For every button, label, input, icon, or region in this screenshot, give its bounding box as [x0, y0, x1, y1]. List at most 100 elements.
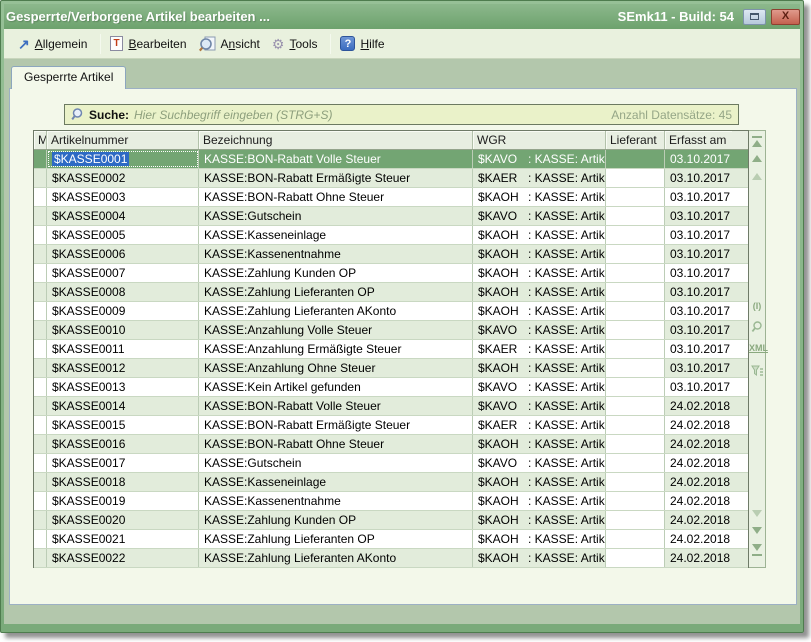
cell-m: [34, 492, 47, 510]
cell-bezeichnung: KASSE:Zahlung Lieferanten OP: [199, 283, 473, 301]
search-icon: [71, 108, 84, 121]
gears-icon: ⚙: [272, 37, 285, 51]
cell-wgr: $KAVO: KASSE: Artikel V: [473, 397, 606, 415]
table-row[interactable]: $KASSE0008KASSE:Zahlung Lieferanten OP$K…: [34, 283, 748, 302]
table-row[interactable]: $KASSE0011KASSE:Anzahlung Ermäßigte Steu…: [34, 340, 748, 359]
cell-lieferant: [606, 245, 665, 263]
scroll-to-bottom-icon[interactable]: [749, 543, 765, 557]
xml-export-icon[interactable]: XML: [749, 343, 765, 353]
restore-button[interactable]: [743, 9, 766, 25]
cell-artikelnummer: $KASSE0010: [47, 321, 199, 339]
column-header-wgr[interactable]: WGR: [473, 131, 606, 149]
table-row[interactable]: $KASSE0017KASSE:Gutschein$KAVO: KASSE: A…: [34, 454, 748, 473]
cell-wgr: $KAER: KASSE: Artikel E: [473, 340, 606, 358]
table-row[interactable]: $KASSE0005KASSE:Kasseneinlage$KAOH: KASS…: [34, 226, 748, 245]
table-row[interactable]: $KASSE0001KASSE:BON-Rabatt Volle Steuer$…: [34, 150, 748, 169]
table-row[interactable]: $KASSE0004KASSE:Gutschein$KAVO: KASSE: A…: [34, 207, 748, 226]
edit-document-icon: T: [110, 36, 123, 51]
column-header-erfasst-am[interactable]: Erfasst am: [665, 131, 732, 149]
cell-lieferant: [606, 340, 665, 358]
grid-side-toolbar: (I) XML: [749, 130, 766, 568]
cell-bezeichnung: KASSE:Anzahlung Volle Steuer: [199, 321, 473, 339]
titlebar: Gesperrte/Verborgene Artikel bearbeiten …: [4, 4, 800, 29]
cell-wgr: $KAER: KASSE: Artikel E: [473, 169, 606, 187]
cell-m: [34, 397, 47, 415]
tab-gesperrte-artikel[interactable]: Gesperrte Artikel: [11, 66, 126, 89]
filter-icon[interactable]: [749, 365, 765, 377]
table-row[interactable]: $KASSE0003KASSE:BON-Rabatt Ohne Steuer$K…: [34, 188, 748, 207]
cell-m: [34, 454, 47, 472]
info-icon[interactable]: (I): [749, 301, 765, 311]
cell-bezeichnung: KASSE:Zahlung Lieferanten AKonto: [199, 302, 473, 320]
column-header-bezeichnung[interactable]: Bezeichnung: [199, 131, 473, 149]
cell-erfasst-am: 03.10.2017: [665, 207, 732, 225]
menu-item-bearbeiten[interactable]: T Bearbeiten: [106, 33, 194, 54]
cell-artikelnummer: $KASSE0021: [47, 530, 199, 548]
articles-table: M Artikelnummer Bezeichnung WGR Lieferan…: [33, 130, 749, 568]
search-input[interactable]: Suche: Hier Suchbegriff eingeben (STRG+S…: [64, 104, 739, 125]
record-count: Anzahl Datensätze: 45: [611, 108, 732, 122]
cell-m: [34, 188, 47, 206]
table-row[interactable]: $KASSE0013KASSE:Kein Artikel gefunden$KA…: [34, 378, 748, 397]
cell-bezeichnung: KASSE:Zahlung Kunden OP: [199, 264, 473, 282]
cell-bezeichnung: KASSE:Kasseneinlage: [199, 226, 473, 244]
cell-artikelnummer: $KASSE0016: [47, 435, 199, 453]
cell-bezeichnung: KASSE:Gutschein: [199, 454, 473, 472]
cell-lieferant: [606, 549, 665, 567]
cell-m: [34, 473, 47, 491]
table-row[interactable]: $KASSE0012KASSE:Anzahlung Ohne Steuer$KA…: [34, 359, 748, 378]
column-header-lieferant[interactable]: Lieferant: [606, 131, 665, 149]
table-row[interactable]: $KASSE0020KASSE:Zahlung Kunden OP$KAOH: …: [34, 511, 748, 530]
menu-label: Ansicht: [221, 37, 260, 51]
column-header-m[interactable]: M: [34, 131, 47, 149]
menu-item-ansicht[interactable]: Ansicht: [195, 33, 268, 55]
column-header-artikelnummer[interactable]: Artikelnummer: [47, 131, 199, 149]
cell-artikelnummer: $KASSE0004: [47, 207, 199, 225]
cell-m: [34, 378, 47, 396]
scroll-down-icon[interactable]: [749, 526, 765, 536]
table-row[interactable]: $KASSE0019KASSE:Kassenentnahme$KAOH: KAS…: [34, 492, 748, 511]
cell-artikelnummer: $KASSE0008: [47, 283, 199, 301]
window-title: Gesperrte/Verborgene Artikel bearbeiten …: [6, 9, 270, 24]
cell-m: [34, 511, 47, 529]
cell-erfasst-am: 03.10.2017: [665, 169, 732, 187]
grid-search-icon[interactable]: [749, 321, 765, 333]
menu-item-allgemein[interactable]: ↗ Allgemein: [14, 34, 95, 54]
cell-lieferant: [606, 283, 665, 301]
cell-m: [34, 359, 47, 377]
cell-lieferant: [606, 473, 665, 491]
cell-lieferant: [606, 416, 665, 434]
table-row[interactable]: $KASSE0018KASSE:Kasseneinlage$KAOH: KASS…: [34, 473, 748, 492]
table-row[interactable]: $KASSE0015KASSE:BON-Rabatt Ermäßigte Ste…: [34, 416, 748, 435]
cell-bezeichnung: KASSE:Anzahlung Ohne Steuer: [199, 359, 473, 377]
cell-artikelnummer: $KASSE0007: [47, 264, 199, 282]
menu-item-hilfe[interactable]: ? Hilfe: [336, 33, 392, 54]
cell-m: [34, 264, 47, 282]
scroll-page-up-icon[interactable]: [749, 172, 765, 182]
scroll-page-down-icon[interactable]: [749, 509, 765, 519]
close-button[interactable]: X: [771, 9, 800, 25]
cell-artikelnummer: $KASSE0017: [47, 454, 199, 472]
table-row[interactable]: $KASSE0021KASSE:Zahlung Lieferanten OP$K…: [34, 530, 748, 549]
table-row[interactable]: $KASSE0009KASSE:Zahlung Lieferanten AKon…: [34, 302, 748, 321]
cell-bezeichnung: KASSE:Zahlung Kunden OP: [199, 511, 473, 529]
scroll-to-top-icon[interactable]: [749, 135, 765, 149]
cell-erfasst-am: 24.02.2018: [665, 530, 732, 548]
table-row[interactable]: $KASSE0014KASSE:BON-Rabatt Volle Steuer$…: [34, 397, 748, 416]
cell-lieferant: [606, 397, 665, 415]
cell-artikelnummer: $KASSE0006: [47, 245, 199, 263]
menu-label: Allgemein: [35, 37, 88, 51]
table-row[interactable]: $KASSE0010KASSE:Anzahlung Volle Steuer$K…: [34, 321, 748, 340]
table-row[interactable]: $KASSE0022KASSE:Zahlung Lieferanten AKon…: [34, 549, 748, 568]
cell-erfasst-am: 24.02.2018: [665, 454, 732, 472]
arrow-up-right-icon: ↗: [18, 38, 30, 50]
menu-item-tools[interactable]: ⚙ Tools: [268, 34, 326, 54]
table-row[interactable]: $KASSE0016KASSE:BON-Rabatt Ohne Steuer$K…: [34, 435, 748, 454]
cell-m: [34, 549, 47, 567]
table-row[interactable]: $KASSE0006KASSE:Kassenentnahme$KAOH: KAS…: [34, 245, 748, 264]
table-row[interactable]: $KASSE0007KASSE:Zahlung Kunden OP$KAOH: …: [34, 264, 748, 283]
cell-erfasst-am: 24.02.2018: [665, 511, 732, 529]
table-row[interactable]: $KASSE0002KASSE:BON-Rabatt Ermäßigte Ste…: [34, 169, 748, 188]
cell-m: [34, 207, 47, 225]
scroll-up-icon[interactable]: [749, 154, 765, 164]
